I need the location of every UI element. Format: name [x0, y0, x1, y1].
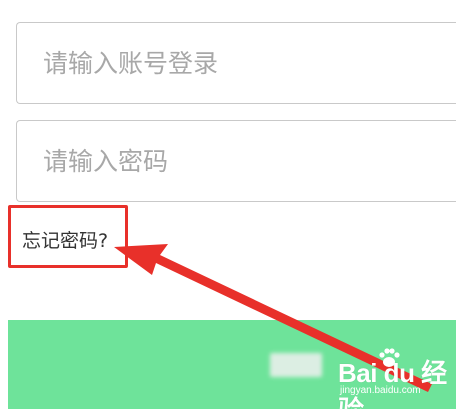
password-input[interactable]	[17, 121, 456, 201]
account-field[interactable]	[16, 22, 456, 104]
account-input[interactable]	[17, 23, 456, 103]
login-screen: 忘记密码? Bai du 经验 jingyan.baidu.com	[0, 0, 456, 409]
blurred-button-label	[270, 353, 322, 377]
forgot-password-link[interactable]: 忘记密码?	[22, 226, 108, 253]
password-field[interactable]	[16, 120, 456, 202]
login-button[interactable]	[8, 320, 456, 409]
